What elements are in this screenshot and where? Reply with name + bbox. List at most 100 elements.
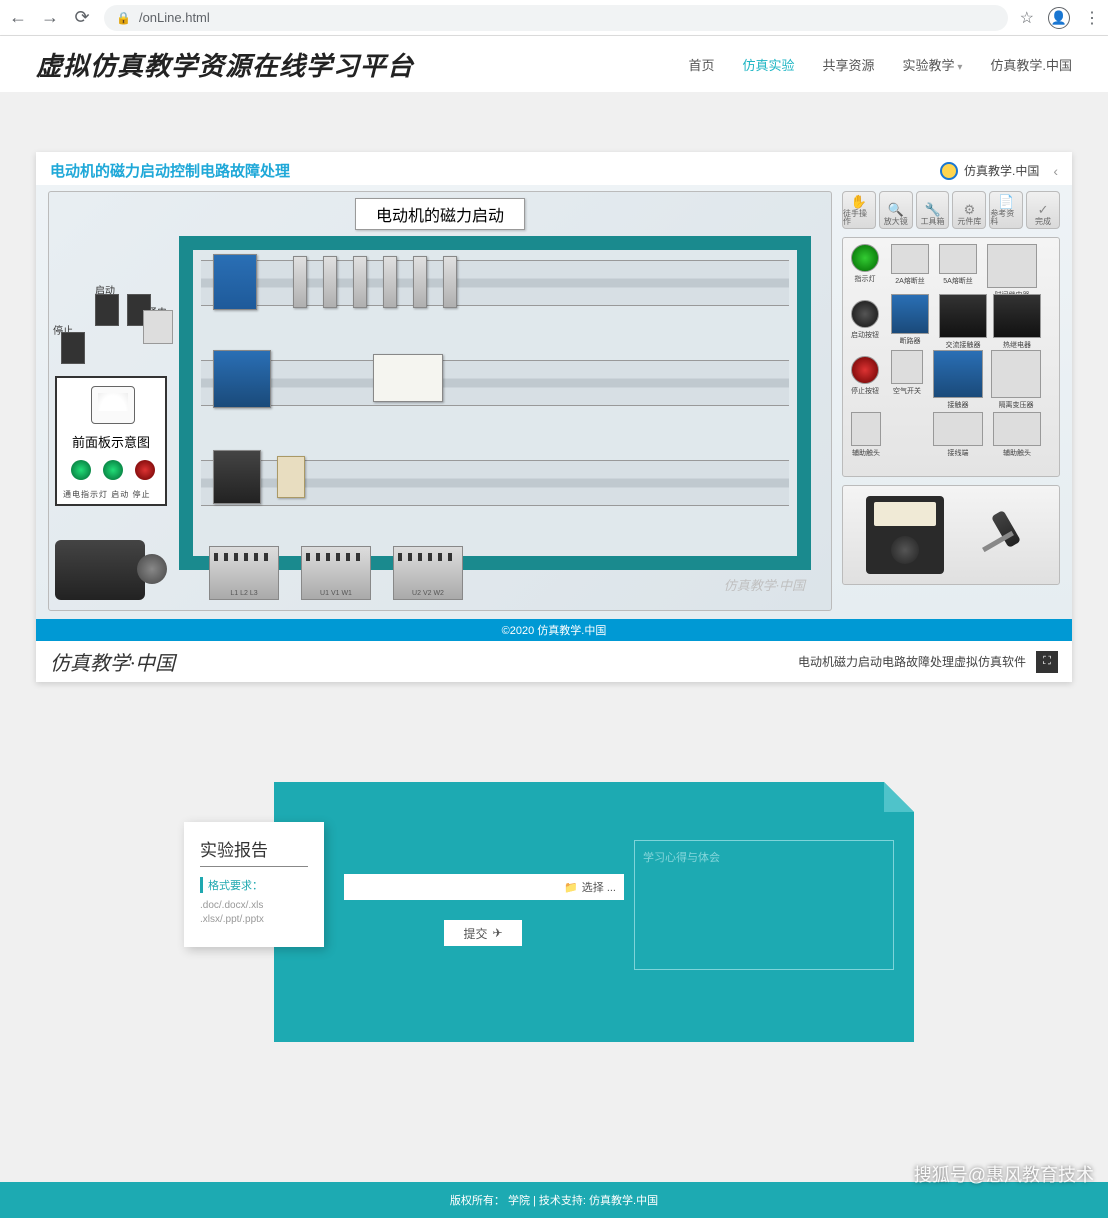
- part-breaker[interactable]: 断路器: [891, 294, 929, 346]
- instrument-box: [842, 485, 1060, 585]
- part-km[interactable]: 接触器: [933, 350, 983, 410]
- page-footer: 版权所有： 学院 | 技术支持: 仿真教学.中国: [0, 1182, 1108, 1218]
- check-icon: ✓: [1038, 202, 1049, 218]
- site-title: 虚拟仿真教学资源在线学习平台: [36, 46, 414, 83]
- collapse-chevron-icon[interactable]: ‹: [1053, 163, 1058, 179]
- nav-simulation[interactable]: 仿真实验: [743, 55, 795, 74]
- indicator-lamp[interactable]: [143, 310, 173, 344]
- circuit-board[interactable]: 电动机的磁力启动 停止 启动 通电 前面板示意图 通电指示灯 启动 停止: [48, 191, 832, 611]
- panel-sublabel: 通电指示灯 启动 停止: [63, 489, 150, 500]
- brand-icon: [940, 162, 958, 180]
- fuse-3[interactable]: [353, 256, 367, 308]
- fuse-5[interactable]: [413, 256, 427, 308]
- part-aux[interactable]: 辅助触头: [851, 412, 881, 458]
- sim-copyright: ©2020 仿真教学.中国: [36, 619, 1072, 641]
- part-aux2[interactable]: 辅助触头: [993, 412, 1041, 458]
- circuit-breaker[interactable]: [213, 254, 257, 310]
- part-fuse-2a[interactable]: 2A熔断丝: [891, 244, 929, 286]
- reload-button[interactable]: ⟳: [72, 7, 92, 28]
- report-section: 学习心得与体会 📁 选择 ... 提交 ✈ 实验报告 格式要求： .doc/.d…: [194, 782, 914, 1052]
- report-title: 实验报告: [200, 836, 308, 867]
- back-button[interactable]: ←: [8, 7, 28, 28]
- multimeter-icon[interactable]: [866, 496, 944, 574]
- lock-icon: 🔒: [116, 11, 131, 25]
- mounting-frame: KM: [179, 236, 811, 570]
- bookmark-star-icon[interactable]: ☆: [1020, 8, 1034, 28]
- user-avatar-icon[interactable]: 👤: [1048, 7, 1070, 29]
- forward-button[interactable]: →: [40, 7, 60, 28]
- file-select-input[interactable]: 📁 选择 ...: [344, 874, 624, 900]
- fullscreen-button[interactable]: ⛶: [1036, 651, 1058, 673]
- front-panel: 前面板示意图 通电指示灯 启动 停止: [55, 376, 167, 506]
- terminal-block-3[interactable]: U2 V2 W2: [393, 546, 463, 600]
- tools-panel: ✋徒手操作 🔍放大镜 🔧工具箱 ⚙元件库 📄参考资料 ✓完成 指示灯 2A熔断丝…: [842, 191, 1060, 611]
- fuse-4[interactable]: [383, 256, 397, 308]
- part-timer[interactable]: 时间继电器: [987, 244, 1037, 300]
- part-airswitch[interactable]: 空气开关: [891, 350, 923, 396]
- fuse-1[interactable]: [293, 256, 307, 308]
- panel-label: 前面板示意图: [57, 432, 165, 451]
- format-text: .doc/.docx/.xls .xlsx/.ppt/.pptx: [200, 899, 308, 927]
- indicator-green-1[interactable]: [71, 460, 91, 480]
- tool-reference[interactable]: 📄参考资料: [989, 191, 1023, 229]
- format-label: 格式要求：: [200, 877, 308, 893]
- relay[interactable]: [373, 354, 443, 402]
- site-header: 虚拟仿真教学资源在线学习平台 首页 仿真实验 共享资源 实验教学 仿真教学.中国: [0, 36, 1108, 92]
- ammeter-icon: [91, 386, 135, 424]
- address-bar[interactable]: 🔒 /onLine.html: [104, 5, 1008, 31]
- nav-teaching[interactable]: 实验教学: [903, 55, 963, 74]
- sim-bottom-bar: 仿真教学·中国 电动机磁力启动电路故障处理虚拟仿真软件 ⛶: [36, 641, 1072, 682]
- thermal-relay[interactable]: [213, 450, 261, 504]
- tool-complete[interactable]: ✓完成: [1026, 191, 1060, 229]
- fuse-2[interactable]: [323, 256, 337, 308]
- nav-brand[interactable]: 仿真教学.中国: [990, 55, 1072, 74]
- nav-home[interactable]: 首页: [689, 55, 715, 74]
- indicator-green-2[interactable]: [103, 460, 123, 480]
- part-contactor[interactable]: 交流接触器: [939, 294, 987, 350]
- toolbox-icon: 🔧: [924, 202, 940, 218]
- hand-icon: ✋: [851, 194, 867, 210]
- report-card: 学习心得与体会 📁 选择 ... 提交 ✈: [274, 782, 914, 1042]
- send-icon: ✈: [492, 926, 502, 940]
- browser-menu-icon[interactable]: ⋮: [1084, 8, 1100, 28]
- tool-components[interactable]: ⚙元件库: [952, 191, 986, 229]
- page-content: 电动机的磁力启动控制电路故障处理 仿真教学.中国 ‹ 电动机的磁力启动 停止 启…: [0, 92, 1108, 1092]
- magnify-icon: 🔍: [888, 202, 904, 218]
- part-indicator[interactable]: 指示灯: [851, 244, 879, 284]
- nav-menu: 首页 仿真实验 共享资源 实验教学 仿真教学.中国: [689, 55, 1073, 74]
- nav-resources[interactable]: 共享资源: [823, 55, 875, 74]
- submit-button[interactable]: 提交 ✈: [444, 920, 522, 946]
- terminal-blocks: L1 L2 L3 U1 V1 W1 U2 V2 W2: [209, 546, 463, 600]
- part-thermal[interactable]: 热继电器: [993, 294, 1041, 350]
- parts-library: 指示灯 2A熔断丝 5A熔断丝 时间继电器 启动按钮 断路器 交流接触器 热继电…: [842, 237, 1060, 477]
- sim-brand: 仿真教学.中国 ‹: [940, 162, 1058, 180]
- part-fuse-5a[interactable]: 5A熔断丝: [939, 244, 977, 286]
- part-stop-btn[interactable]: 停止按钮: [851, 356, 879, 396]
- stop-pushbutton[interactable]: [61, 332, 85, 364]
- document-icon: 📄: [998, 194, 1014, 210]
- terminal-block-1[interactable]: L1 L2 L3: [209, 546, 279, 600]
- part-transformer[interactable]: 隔离变压器: [991, 350, 1041, 410]
- fuse-6[interactable]: [443, 256, 457, 308]
- overload-relay[interactable]: [277, 456, 305, 498]
- folder-icon: 📁: [564, 881, 578, 894]
- indicator-red[interactable]: [135, 460, 155, 480]
- toolbar: ✋徒手操作 🔍放大镜 🔧工具箱 ⚙元件库 📄参考资料 ✓完成: [842, 191, 1060, 229]
- sim-logo: 仿真教学·中国: [50, 647, 175, 676]
- feedback-textarea[interactable]: 学习心得与体会: [634, 840, 894, 970]
- screwdriver-icon[interactable]: [973, 503, 1037, 567]
- terminal-block-2[interactable]: U1 V1 W1: [301, 546, 371, 600]
- din-rail-1: [201, 260, 789, 306]
- contactor-km[interactable]: [213, 350, 271, 408]
- tool-magnify[interactable]: 🔍放大镜: [879, 191, 913, 229]
- tool-toolbox[interactable]: 🔧工具箱: [916, 191, 950, 229]
- part-terminal[interactable]: 接线端: [933, 412, 983, 458]
- start-pushbutton[interactable]: [95, 294, 119, 326]
- tool-hand[interactable]: ✋徒手操作: [842, 191, 876, 229]
- motor-icon[interactable]: [55, 540, 145, 600]
- report-info-box: 实验报告 格式要求： .doc/.docx/.xls .xlsx/.ppt/.p…: [184, 822, 324, 947]
- board-title: 电动机的磁力启动: [355, 198, 525, 230]
- board-watermark: 仿真教学·中国: [724, 575, 805, 594]
- sim-body: 电动机的磁力启动 停止 启动 通电 前面板示意图 通电指示灯 启动 停止: [36, 185, 1072, 619]
- part-start-btn[interactable]: 启动按钮: [851, 300, 879, 340]
